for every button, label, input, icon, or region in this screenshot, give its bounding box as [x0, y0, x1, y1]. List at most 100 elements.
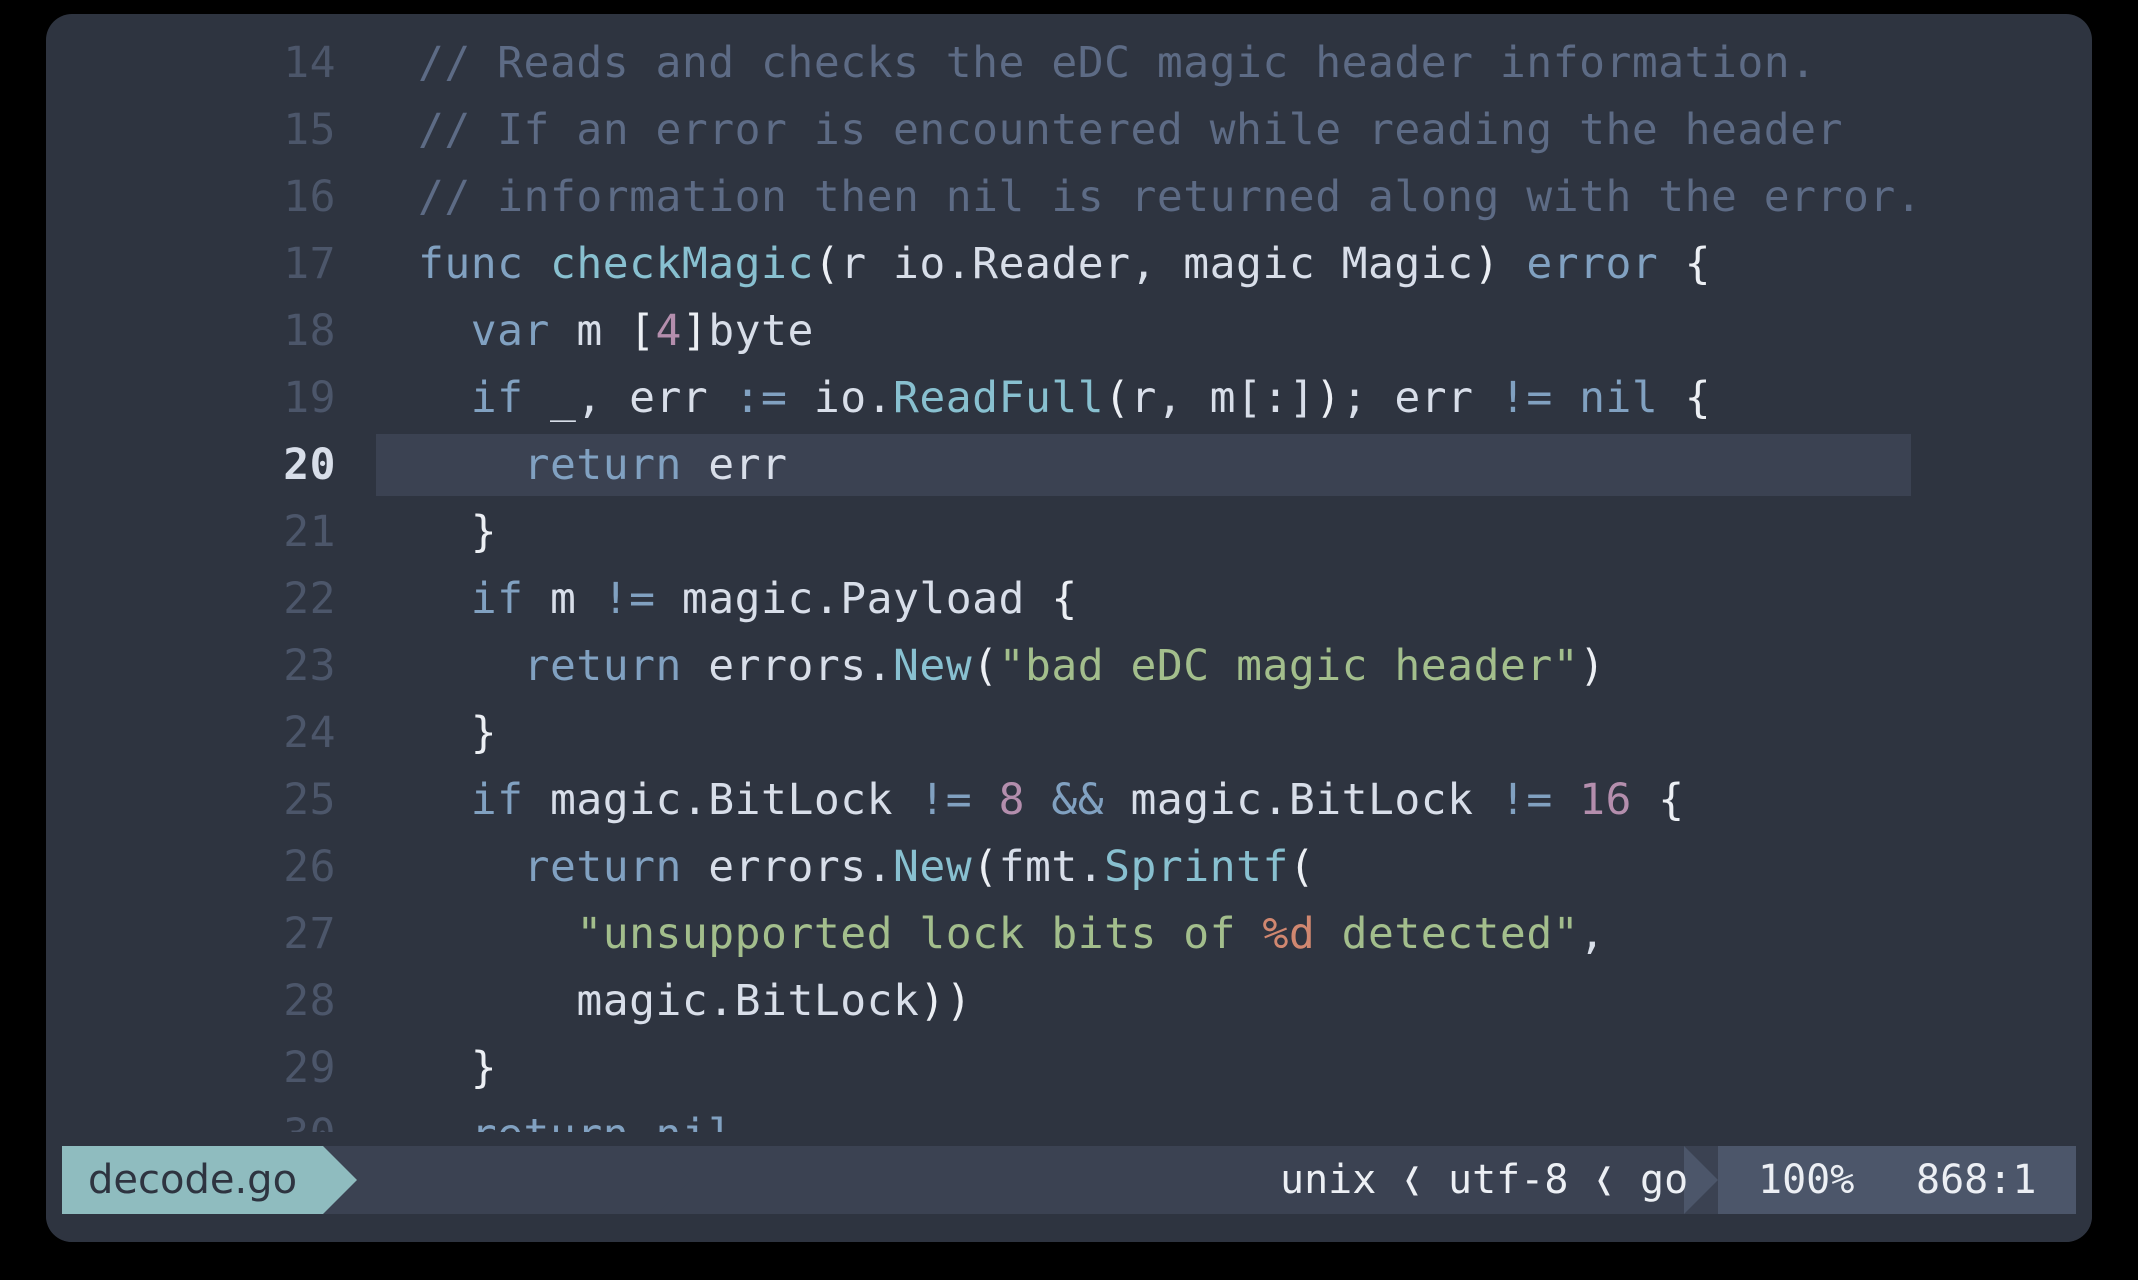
- status-bar-scroll-percent: 100%: [1758, 1157, 1855, 1203]
- line-number: 25: [283, 775, 336, 825]
- token-punct: (: [972, 842, 999, 892]
- token-op: !=: [602, 574, 656, 624]
- token-keyword: return: [523, 440, 682, 490]
- token-plain: m: [523, 574, 603, 624]
- line-number: 14: [283, 38, 336, 88]
- code-line[interactable]: 20 return err: [46, 432, 2092, 499]
- line-number: 29: [283, 1043, 336, 1093]
- token-plain: ,: [1579, 909, 1606, 959]
- token-number: 4: [655, 306, 682, 356]
- code-line[interactable]: 29 }: [46, 1035, 2092, 1102]
- token-keyword: error: [1499, 239, 1685, 289]
- code-line[interactable]: 25 if magic.BitLock != 8 && magic.BitLoc…: [46, 767, 2092, 834]
- token-keyword: if: [470, 373, 524, 423]
- code-line[interactable]: 15 // If an error is encountered while re…: [46, 97, 2092, 164]
- token-punct: }: [470, 1043, 498, 1093]
- token-punct: ): [1579, 641, 1606, 691]
- token-keyword: if: [470, 775, 524, 825]
- status-bar-mid-arrow-icon: [657, 1146, 691, 1214]
- token-punct: {: [1051, 574, 1078, 624]
- line-number: 19: [283, 373, 336, 423]
- code-line[interactable]: 26 return errors.New(fmt.Sprintf(: [46, 834, 2092, 901]
- token-keyword: var: [470, 306, 550, 356]
- token-plain: ; err: [1341, 373, 1500, 423]
- line-number: 16: [283, 172, 336, 222]
- code-text: if m != magic.Payload {: [418, 566, 1078, 633]
- code-text: // information then nil is returned alon…: [418, 164, 1922, 231]
- code-text: "unsupported lock bits of %d detected",: [418, 901, 1606, 968]
- code-line[interactable]: 30 return nil: [46, 1102, 2092, 1132]
- code-line[interactable]: 18 var m [4]byte: [46, 298, 2092, 365]
- code-text: var m [4]byte: [418, 298, 814, 365]
- status-separator-icon-1: ❬: [1400, 1157, 1425, 1203]
- code-text: // If an error is encountered while read…: [418, 97, 1843, 164]
- token-punct: (: [1288, 842, 1316, 892]
- code-line[interactable]: 19 if _, err := io.ReadFull(r, m[:]); er…: [46, 365, 2092, 432]
- line-number: 28: [283, 976, 336, 1026]
- code-text: if _, err := io.ReadFull(r, m[:]); err !…: [418, 365, 1711, 432]
- code-line[interactable]: 28 magic.BitLock)): [46, 968, 2092, 1035]
- token-punct: {: [1658, 775, 1685, 825]
- code-text: return errors.New(fmt.Sprintf(: [418, 834, 1315, 901]
- token-punct: )): [919, 976, 973, 1026]
- token-keyword: nil: [629, 1110, 735, 1132]
- line-number: 18: [283, 306, 336, 356]
- filename-powerline-arrow-icon: [323, 1146, 357, 1214]
- token-plain: errors.: [681, 842, 894, 892]
- token-keyword: return: [523, 641, 682, 691]
- line-number: 22: [283, 574, 336, 624]
- token-comment: // Reads and checks the eDC magic header…: [418, 38, 1817, 88]
- token-op: &&: [1051, 775, 1105, 825]
- token-keyword: return: [471, 1110, 629, 1132]
- status-bar-right-arrow-icon: [1684, 1146, 1718, 1214]
- code-line[interactable]: 21 }: [46, 499, 2092, 566]
- code-editor-area[interactable]: 14 // Reads and checks the eDC magic head…: [46, 14, 2092, 1132]
- token-number: 8: [998, 775, 1025, 825]
- status-bar-filename[interactable]: decode.go: [62, 1146, 324, 1214]
- status-bar-cursor-position: 868:1: [1916, 1157, 2037, 1203]
- code-line[interactable]: 24 }: [46, 700, 2092, 767]
- token-op: !=: [1499, 373, 1553, 423]
- token-plain: m: [549, 306, 630, 356]
- token-func: ReadFull: [893, 373, 1105, 423]
- token-plain: magic.BitLock: [576, 976, 920, 1026]
- token-keyword: func: [418, 239, 550, 289]
- code-line[interactable]: 27 "unsupported lock bits of %d detected…: [46, 901, 2092, 968]
- code-line[interactable]: 14 // Reads and checks the eDC magic head…: [46, 30, 2092, 97]
- code-line[interactable]: 16 // information then nil is returned al…: [46, 164, 2092, 231]
- token-plain: r, m[:]: [1130, 373, 1316, 423]
- code-line[interactable]: 23 return errors.New("bad eDC magic head…: [46, 633, 2092, 700]
- code-line[interactable]: 22 if m != magic.Payload {: [46, 566, 2092, 633]
- token-op: :=: [734, 373, 788, 423]
- code-text: return err: [418, 432, 787, 499]
- token-punct: }: [470, 507, 498, 557]
- line-number: 20: [283, 440, 336, 490]
- token-func: Sprintf: [1104, 842, 1289, 892]
- token-punct: (: [813, 239, 841, 289]
- code-text: }: [418, 1035, 497, 1102]
- status-bar-line-ending[interactable]: unix: [1280, 1146, 1376, 1214]
- code-text: }: [418, 499, 497, 566]
- token-plain: r io.Reader, magic Magic: [840, 239, 1474, 289]
- token-punct: (: [1104, 373, 1131, 423]
- token-plain: err: [681, 440, 788, 490]
- code-text: if magic.BitLock != 8 && magic.BitLock !…: [418, 767, 1685, 834]
- status-bar-encoding[interactable]: utf-8: [1448, 1146, 1568, 1214]
- code-line[interactable]: 17 func checkMagic(r io.Reader, magic Mag…: [46, 231, 2092, 298]
- code-text: return nil: [418, 1102, 735, 1132]
- token-plain: byte: [708, 306, 814, 356]
- token-op: !=: [919, 775, 973, 825]
- token-plain: magic.Payload: [655, 574, 1052, 624]
- code-text: }: [418, 700, 497, 767]
- status-bar-language[interactable]: go: [1640, 1146, 1688, 1214]
